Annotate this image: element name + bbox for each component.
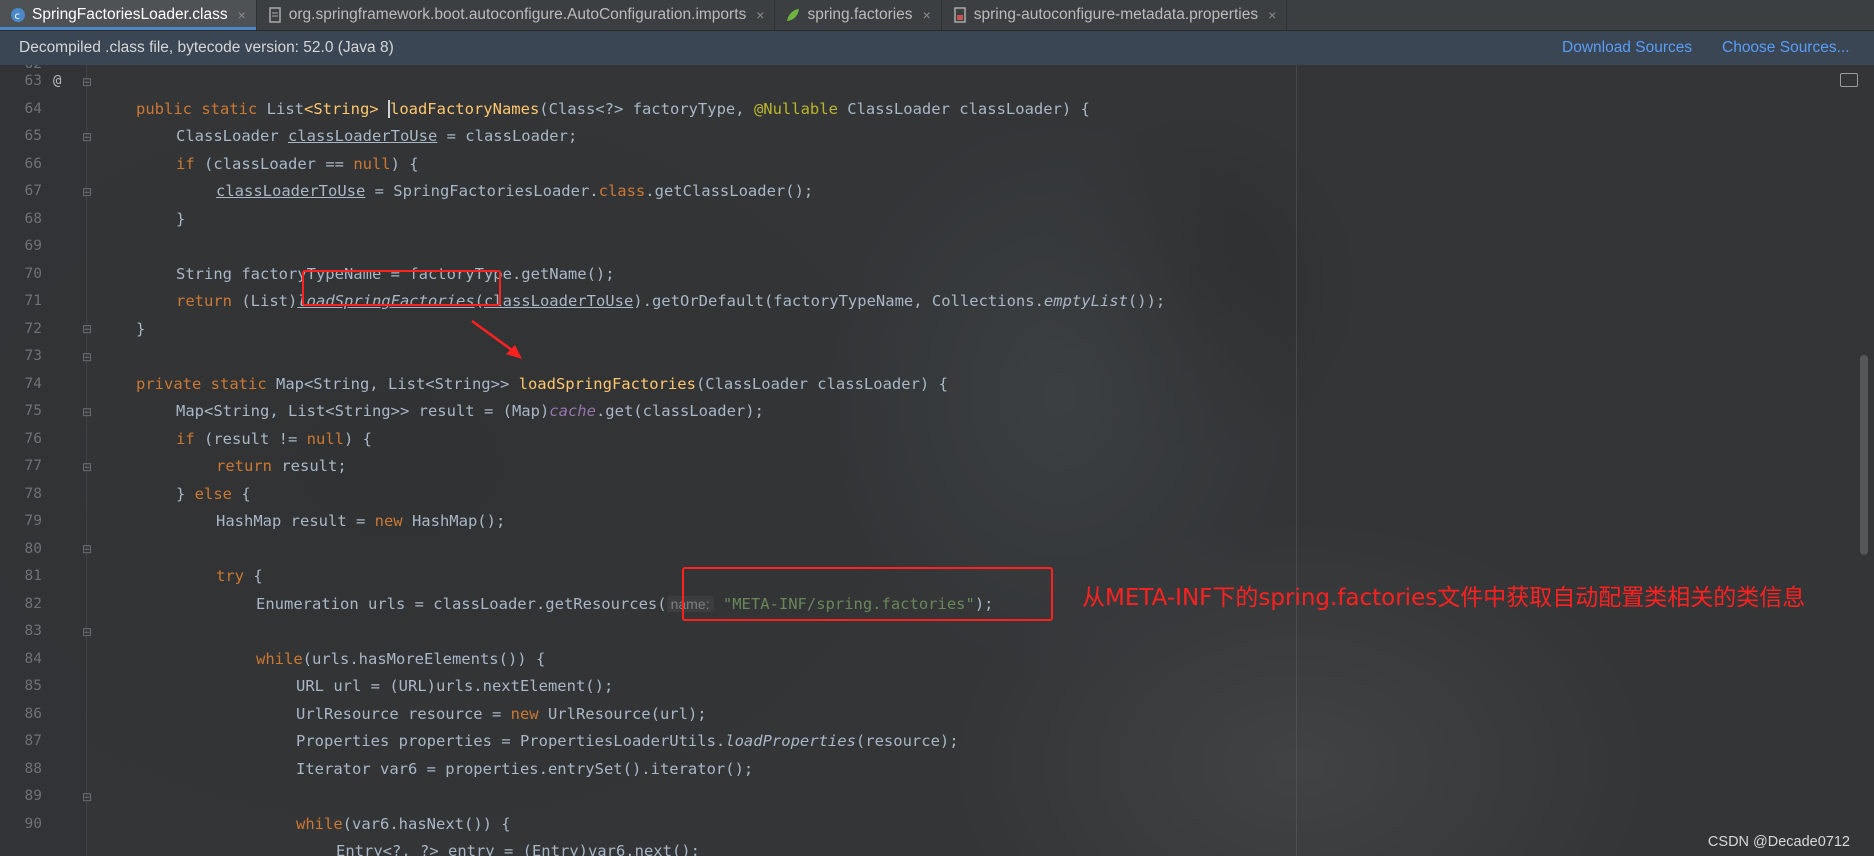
code-line-67: } [176, 209, 186, 228]
code-line-75: if (result != null) { [176, 429, 372, 448]
code-line-73: private static Map<String, List<String>>… [136, 374, 948, 393]
svg-text:c: c [15, 11, 21, 22]
code-line-83: while(urls.hasMoreElements()) { [256, 649, 546, 668]
tab-label: spring-autoconfigure-metadata.properties [973, 6, 1259, 23]
highlight-box-loadspringfactories [302, 270, 501, 306]
code-line-90: Entry<?, ?> entry = (Entry)var6.next(); [336, 842, 700, 856]
download-sources-link[interactable]: Download Sources [1562, 39, 1692, 57]
tab-label: SpringFactoriesLoader.class [32, 6, 228, 23]
tab-springfactoriesloader[interactable]: c SpringFactoriesLoader.class × [0, 0, 257, 30]
code-line-70: return (List)loadSpringFactories(classLo… [176, 292, 1166, 310]
close-icon[interactable]: × [1268, 7, 1276, 23]
banner-text: Decompiled .class file, bytecode version… [19, 39, 394, 56]
decompiled-info-banner: Decompiled .class file, bytecode version… [0, 31, 1874, 65]
tab-autoconfiguration-imports[interactable]: org.springframework.boot.autoconfigure.A… [257, 0, 776, 30]
tab-spring-factories[interactable]: spring.factories × [775, 0, 942, 30]
code-editor[interactable]: 62 63@ 64 65 66 67 68 69 70 71 72 73 74 … [0, 65, 1874, 856]
code-line-76: return result; [216, 457, 347, 475]
red-arrow-icon [471, 319, 522, 359]
code-line-77: } else { [176, 484, 251, 503]
code-line-87: Iterator var6 = properties.entrySet().it… [296, 759, 754, 778]
highlight-box-getresources [682, 567, 1053, 621]
code-line-65: if (classLoader == null) { [176, 154, 419, 173]
class-file-icon: c [10, 7, 26, 23]
code-line-71: } [136, 319, 146, 338]
tab-label: spring.factories [807, 6, 913, 23]
code-line-85: UrlResource resource = new UrlResource(u… [296, 704, 707, 723]
spring-file-icon [785, 7, 801, 23]
close-icon[interactable]: × [756, 7, 764, 23]
editor-tab-bar: c SpringFactoriesLoader.class × org.spri… [0, 0, 1874, 31]
code-line-80: try { [216, 567, 263, 585]
code-line-86: Properties properties = PropertiesLoader… [296, 732, 959, 750]
watermark: CSDN @Decade0712 [1707, 834, 1850, 850]
code-line-66: classLoaderToUse = SpringFactoriesLoader… [216, 182, 814, 200]
close-icon[interactable]: × [923, 7, 931, 23]
tab-autoconfigure-metadata[interactable]: spring-autoconfigure-metadata.properties… [942, 0, 1288, 30]
code-line-84: URL url = (URL)urls.nextElement(); [296, 677, 614, 695]
code-line-78: HashMap result = new HashMap(); [216, 512, 506, 530]
choose-sources-link[interactable]: Choose Sources... [1722, 39, 1850, 57]
code-line-64: ClassLoader classLoaderToUse = classLoad… [176, 127, 578, 145]
properties-file-icon [952, 7, 968, 23]
text-file-icon [267, 7, 283, 23]
code-line-74: Map<String, List<String>> result = (Map)… [176, 402, 764, 420]
fold-icon[interactable]: ⊟ [82, 322, 92, 336]
tab-label: org.springframework.boot.autoconfigure.A… [288, 6, 747, 23]
code-line-63: public static List<String> loadFactoryNa… [136, 99, 1090, 118]
close-icon[interactable]: × [238, 7, 246, 23]
code-line-89: while(var6.hasNext()) { [296, 814, 511, 833]
code-line-69: String factoryTypeName = factoryType.get… [176, 264, 615, 283]
annotation-note: 从META-INF下的spring.factories文件中获取自动配置类相关的… [1082, 585, 1806, 611]
